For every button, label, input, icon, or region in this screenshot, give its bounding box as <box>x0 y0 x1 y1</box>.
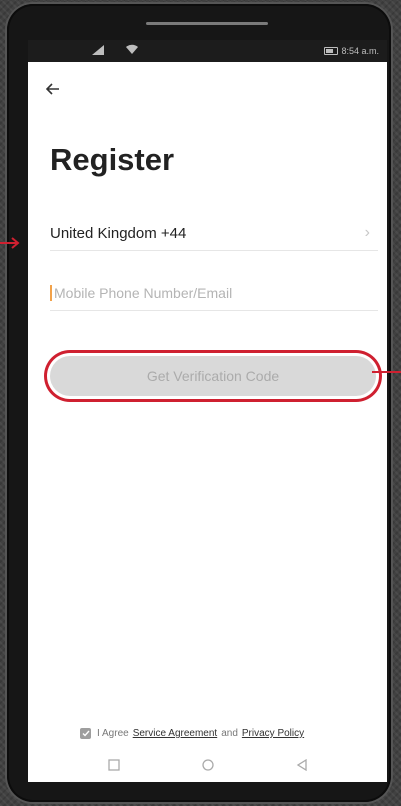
signal-icon <box>92 45 104 57</box>
phone-frame: 8:54 a.m. Register United Kingdom +44 › … <box>7 4 391 802</box>
system-back-button[interactable] <box>296 758 308 776</box>
country-selector[interactable]: United Kingdom +44 › <box>50 216 378 251</box>
callout-arrow-icon <box>0 237 20 249</box>
agree-prefix: I Agree <box>97 728 129 739</box>
wifi-icon <box>126 44 138 56</box>
service-agreement-link[interactable]: Service Agreement <box>133 728 218 739</box>
circle-icon <box>201 759 214 771</box>
status-bar: 8:54 a.m. <box>28 40 387 62</box>
battery-icon <box>324 47 339 55</box>
chevron-right-icon: › <box>364 224 370 241</box>
agree-checkbox[interactable] <box>80 728 91 739</box>
agreement-row: I Agree Service Agreement and Privacy Po… <box>80 728 304 739</box>
arrow-left-icon <box>46 83 59 95</box>
privacy-policy-link[interactable]: Privacy Policy <box>242 728 304 739</box>
get-verification-code-button[interactable]: Get Verification Code <box>50 356 376 396</box>
recent-apps-button[interactable] <box>107 758 120 776</box>
status-time: 8:54 a.m. <box>341 46 379 56</box>
home-button[interactable] <box>201 758 214 776</box>
app-screen: 8:54 a.m. Register United Kingdom +44 › … <box>28 40 387 782</box>
triangle-left-icon <box>296 758 307 772</box>
country-label: United Kingdom +44 <box>50 224 187 242</box>
status-right: 8:54 a.m. <box>324 46 379 56</box>
callout-line <box>372 371 401 373</box>
phone-email-input[interactable] <box>50 285 364 301</box>
square-icon <box>107 759 120 771</box>
phone-email-row <box>50 276 378 311</box>
back-button[interactable] <box>42 78 64 100</box>
page-title: Register <box>50 142 175 177</box>
checkmark-icon <box>82 730 90 737</box>
agree-and: and <box>221 728 238 739</box>
speaker-grille <box>146 22 268 25</box>
system-nav-bar <box>28 752 387 782</box>
